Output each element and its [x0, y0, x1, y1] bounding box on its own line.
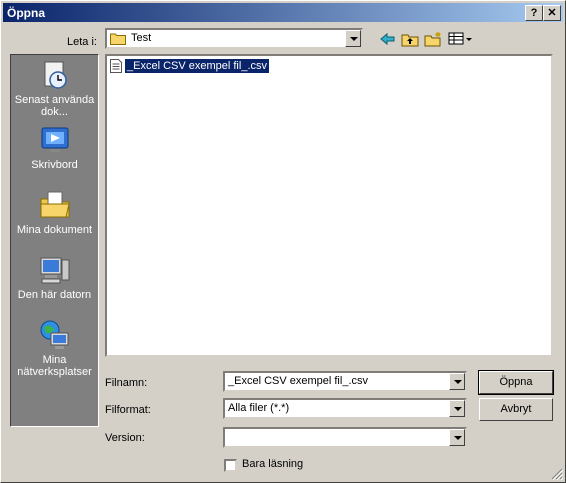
version-dropdown-button[interactable]: [449, 429, 465, 446]
filename-label: Filnamn:: [105, 377, 148, 389]
place-desktop-label: Skrivbord: [31, 159, 78, 171]
new-folder-icon[interactable]: [423, 30, 443, 48]
place-recent[interactable]: Senast använda dok...: [11, 59, 98, 118]
readonly-label[interactable]: Bara läsning: [242, 458, 303, 470]
close-button[interactable]: ✕: [543, 5, 561, 21]
network-places-icon: [39, 319, 71, 351]
open-dialog: Öppna ? ✕ Leta i: Test Senast använda do…: [0, 0, 566, 483]
look-in-dropdown-button[interactable]: [345, 30, 361, 47]
help-button[interactable]: ?: [525, 5, 543, 21]
recent-documents-icon: [39, 59, 71, 91]
view-menu-icon[interactable]: [447, 30, 473, 48]
title-bar[interactable]: Öppna ? ✕: [3, 3, 563, 22]
open-button[interactable]: Öppna: [478, 370, 554, 395]
place-network[interactable]: Mina nätverksplatser: [11, 319, 98, 378]
up-folder-icon[interactable]: [400, 30, 420, 48]
version-select[interactable]: [223, 427, 467, 448]
format-value: Alla filer (*.*): [228, 402, 290, 414]
place-my-computer[interactable]: Den här datorn: [11, 254, 98, 301]
look-in-combo[interactable]: Test: [105, 28, 363, 49]
window-title: Öppna: [7, 6, 45, 20]
my-documents-icon: [39, 189, 71, 221]
filename-input[interactable]: _Excel CSV exempel fil_.csv: [223, 371, 467, 392]
folder-icon: [110, 32, 126, 48]
my-computer-icon: [39, 254, 71, 286]
look-in-value: Test: [131, 32, 152, 44]
back-icon[interactable]: [378, 30, 398, 48]
csv-file-icon: [110, 59, 122, 76]
resize-grip-icon[interactable]: [551, 468, 564, 481]
desktop-icon: [39, 124, 71, 156]
filename-dropdown-button[interactable]: [449, 373, 465, 390]
format-label: Filformat:: [105, 404, 151, 416]
file-name: _Excel CSV exempel fil_.csv: [125, 59, 269, 73]
place-my-documents[interactable]: Mina dokument: [11, 189, 98, 236]
filename-value: _Excel CSV exempel fil_.csv: [228, 375, 368, 387]
place-network-label: Mina nätverksplatser: [17, 354, 92, 378]
format-dropdown-button[interactable]: [449, 400, 465, 417]
places-bar: Senast använda dok... Skrivbord Mina dok…: [10, 54, 99, 427]
place-desktop[interactable]: Skrivbord: [11, 124, 98, 171]
file-list[interactable]: _Excel CSV exempel fil_.csv: [105, 54, 553, 357]
format-select[interactable]: Alla filer (*.*): [223, 398, 467, 419]
readonly-checkbox[interactable]: [224, 459, 237, 472]
look-in-label: Leta i:: [67, 36, 97, 48]
version-label: Version:: [105, 432, 145, 444]
place-my-computer-label: Den här datorn: [17, 289, 92, 301]
cancel-button[interactable]: Avbryt: [479, 398, 553, 421]
place-recent-label: Senast använda dok...: [14, 94, 95, 118]
place-my-documents-label: Mina dokument: [16, 224, 93, 236]
